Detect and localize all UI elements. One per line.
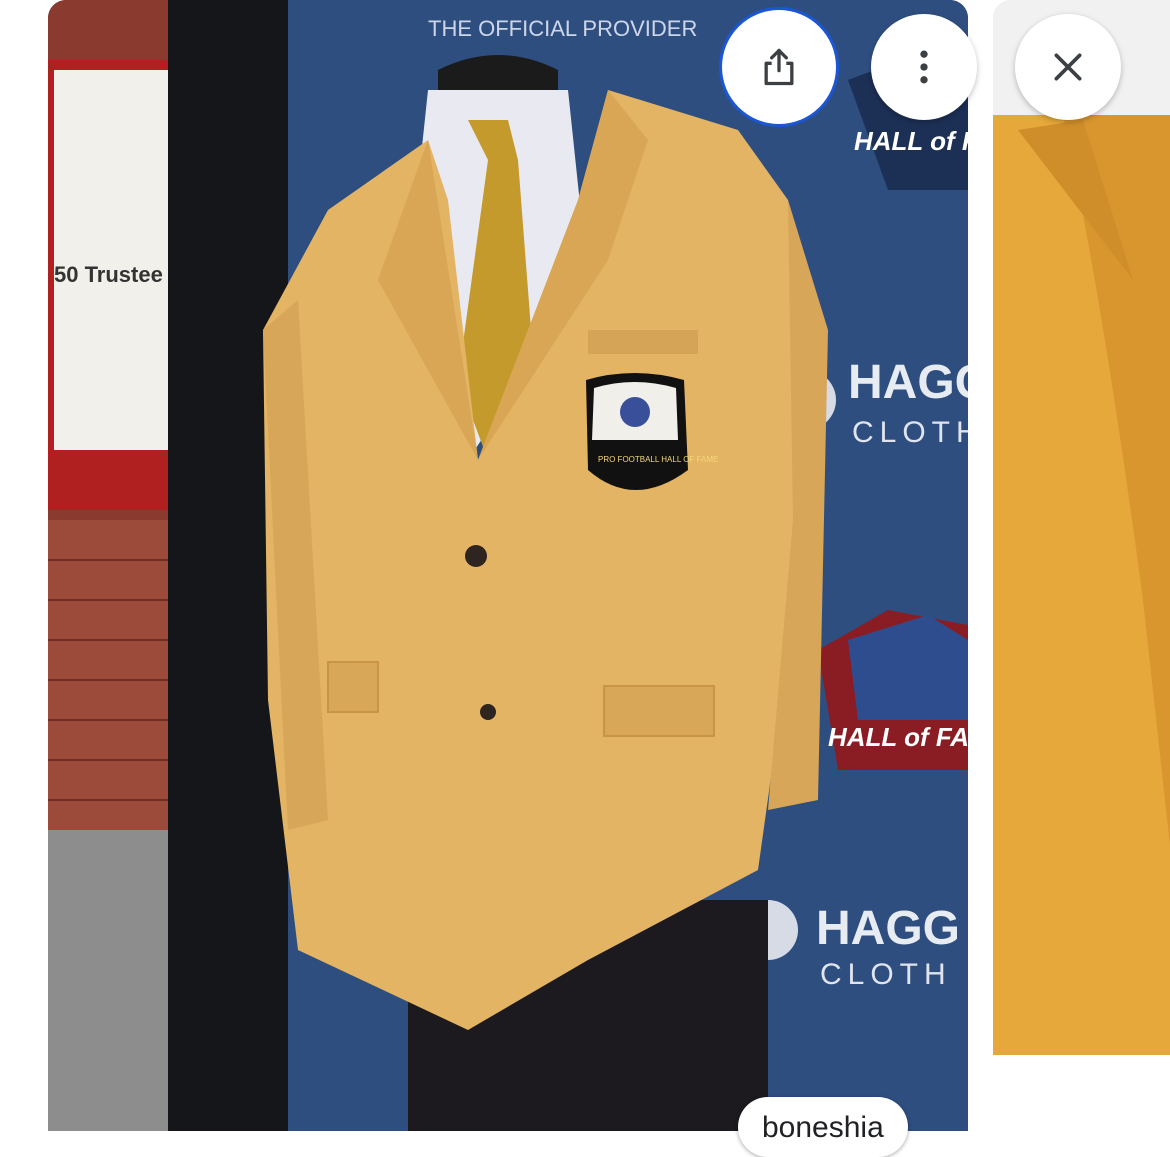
share-button[interactable] [726, 14, 832, 120]
main-image[interactable]: 50 Trustee THE OFFICIAL PROVIDER HALL of… [48, 0, 968, 1131]
more-options-button[interactable] [871, 14, 977, 120]
more-vert-icon [920, 50, 928, 84]
jacket-photo: 50 Trustee THE OFFICIAL PROVIDER HALL of… [48, 0, 968, 1131]
close-icon [1054, 53, 1082, 81]
patch-text: PRO FOOTBALL HALL OF FAME [598, 455, 718, 464]
next-image-photo [993, 0, 1170, 1131]
hof-text-top: HALL of FAME [854, 126, 968, 156]
backdrop-top-text: THE OFFICIAL PROVIDER [428, 16, 697, 41]
hof-text-mid: HALL of FAME [828, 722, 968, 752]
share-icon [764, 48, 794, 86]
source-chip-label: boneshia [762, 1111, 884, 1144]
haggar-text-1: HAGG [848, 356, 968, 409]
clothing-text-1: CLOTH [852, 416, 968, 449]
trustee-sign: 50 Trustee [54, 262, 163, 287]
next-image-preview[interactable] [993, 0, 1170, 1131]
close-button[interactable] [1015, 14, 1121, 120]
haggar-text-2: HAGG [816, 902, 960, 955]
image-viewer: 50 Trustee THE OFFICIAL PROVIDER HALL of… [0, 0, 1170, 1157]
clothing-text-2: CLOTH [820, 958, 952, 991]
source-chip[interactable]: boneshia [738, 1097, 908, 1157]
